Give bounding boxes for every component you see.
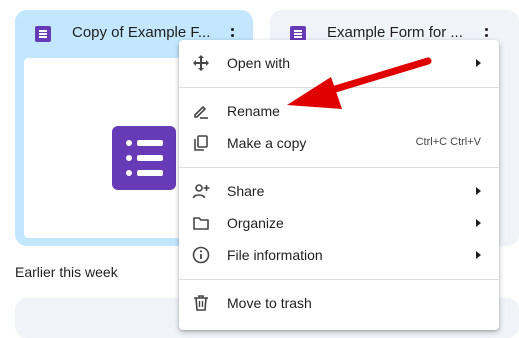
open-with-icon <box>193 55 209 71</box>
chevron-right-icon <box>476 187 481 195</box>
info-icon <box>192 246 210 264</box>
menu-item-label: Organize <box>227 215 284 231</box>
chevron-right-icon <box>476 59 481 67</box>
menu-item-label: Open with <box>227 55 291 71</box>
menu-item-label: Make a copy <box>227 135 307 151</box>
menu-item-share[interactable]: Share <box>179 175 499 207</box>
context-menu: Open with Rename Make a copy Ctrl+C Ctrl… <box>179 40 499 330</box>
menu-item-label: Rename <box>227 103 280 119</box>
menu-item-file-information[interactable]: File information <box>179 239 499 271</box>
trash-icon <box>194 295 208 311</box>
card-title: Copy of Example F... <box>72 24 211 41</box>
menu-item-move-to-trash[interactable]: Move to trash <box>179 287 499 319</box>
menu-item-label: Share <box>227 183 265 199</box>
chevron-right-icon <box>476 251 481 259</box>
folder-icon <box>193 217 209 230</box>
share-icon <box>192 184 210 199</box>
card-title: Example Form for ... <box>327 24 463 41</box>
rename-icon <box>194 105 208 119</box>
forms-icon <box>112 126 176 190</box>
menu-item-organize[interactable]: Organize <box>179 207 499 239</box>
forms-icon <box>35 26 51 42</box>
menu-item-label: Move to trash <box>227 295 312 311</box>
chevron-right-icon <box>476 219 481 227</box>
menu-item-label: File information <box>227 247 323 263</box>
menu-item-make-copy[interactable]: Make a copy Ctrl+C Ctrl+V <box>179 127 499 159</box>
section-heading: Earlier this week <box>15 264 118 280</box>
menu-item-open-with[interactable]: Open with <box>179 47 499 79</box>
copy-icon <box>194 135 208 151</box>
menu-divider <box>179 87 499 88</box>
menu-item-rename[interactable]: Rename <box>179 95 499 127</box>
menu-divider <box>179 167 499 168</box>
menu-divider <box>179 279 499 280</box>
keyboard-shortcut: Ctrl+C Ctrl+V <box>415 136 481 148</box>
